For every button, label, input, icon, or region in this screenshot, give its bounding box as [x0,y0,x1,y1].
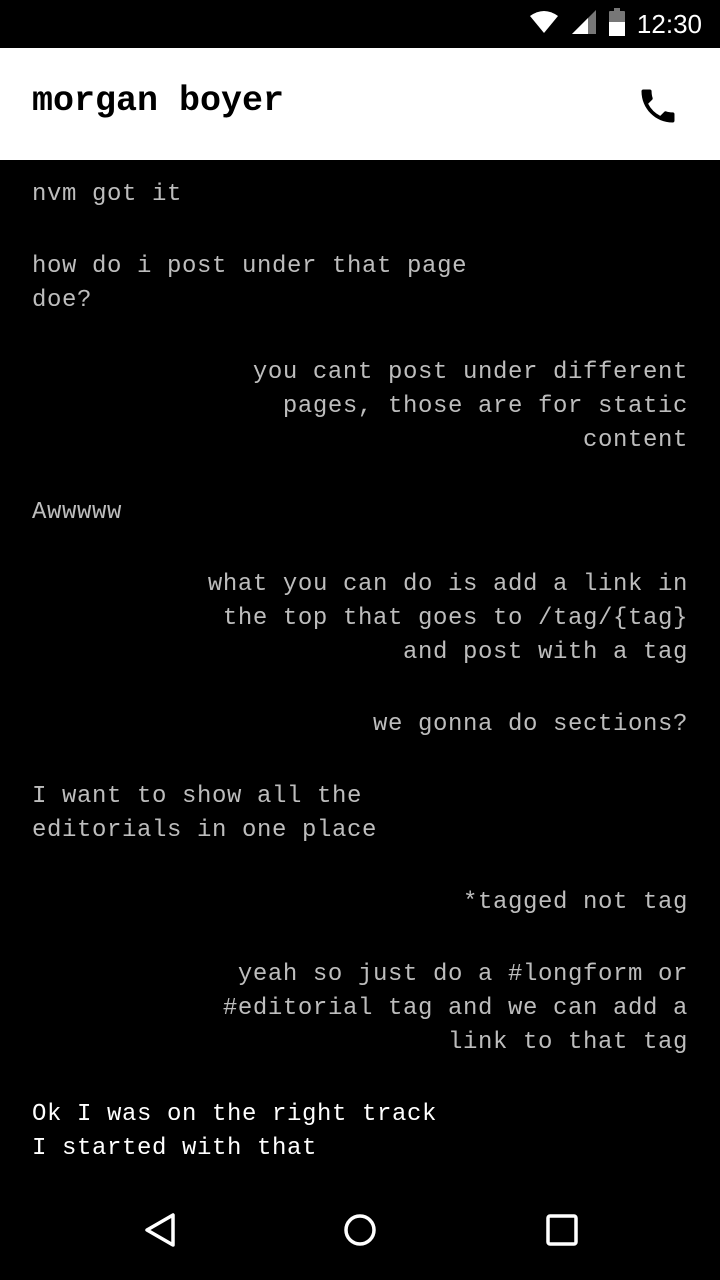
wifi-icon [529,10,559,39]
incoming-message[interactable]: Ok I was on the right track I started wi… [32,1098,688,1166]
recents-button[interactable] [538,1208,586,1256]
back-button[interactable] [136,1208,184,1256]
outgoing-message[interactable]: *tagged not tag [32,886,688,920]
outgoing-message[interactable]: yeah so just do a #longform or #editoria… [32,958,688,1060]
incoming-message[interactable]: I want to show all the editorials in one… [32,780,688,848]
app-bar: morgan boyer [0,48,720,160]
phone-icon [636,84,680,133]
status-bar: 12:30 [0,0,720,48]
navigation-bar [0,1184,720,1280]
clock: 12:30 [636,8,702,39]
incoming-message[interactable]: nvm got it [32,178,688,212]
outgoing-message[interactable]: you cant post under different pages, tho… [32,356,688,458]
incoming-message[interactable]: Awwwww [32,496,688,530]
status-icons: 12:30 [529,0,702,48]
home-circle-icon [340,1210,380,1255]
outgoing-message[interactable]: we gonna do sections? [32,708,688,742]
incoming-message[interactable]: how do i post under that page doe? [32,250,688,318]
outgoing-message[interactable]: what you can do is add a link in the top… [32,568,688,670]
recents-square-icon [542,1210,582,1255]
call-button[interactable] [628,78,688,138]
contact-name-title: morgan boyer [32,81,285,121]
battery-icon [608,7,625,41]
cell-signal-icon [571,9,597,40]
home-button[interactable] [336,1208,384,1256]
message-list[interactable]: nvm got it how do i post under that page … [32,160,688,1180]
back-triangle-icon [140,1210,180,1255]
